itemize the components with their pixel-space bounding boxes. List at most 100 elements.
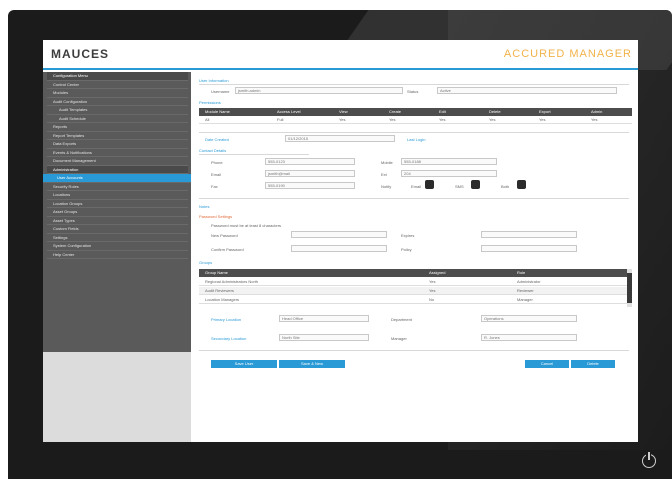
date-created-field[interactable]: 01/12/2015 xyxy=(285,135,395,142)
table-row[interactable]: Location Managers No Manager xyxy=(199,296,627,304)
grid1-cell: All xyxy=(205,117,210,122)
table-row[interactable]: Regional Administrators North Yes Admini… xyxy=(199,278,627,286)
ext-label: Ext xyxy=(381,172,387,177)
expires-field[interactable] xyxy=(481,231,577,238)
monitor-bezel: MAUCES ACCURED MANAGER Configuration Men… xyxy=(8,10,672,479)
manager-field[interactable]: R. Jones xyxy=(481,334,577,341)
table-row[interactable]: Audit Reviewers Yes Reviewer xyxy=(199,287,627,295)
grid1-cell: Yes xyxy=(389,117,396,122)
section-title-user-info: User Information xyxy=(199,78,229,83)
groups-title: Groups xyxy=(199,260,213,265)
sidebar-item-custom-fields[interactable]: Custom Fields xyxy=(47,225,188,234)
sidebar-item-audit-schedule[interactable]: Audit Schedule xyxy=(47,115,188,123)
primary-location-field[interactable]: Head Office xyxy=(279,315,369,322)
status-label: Status xyxy=(407,89,419,94)
save-user-button[interactable]: Save User xyxy=(211,360,277,368)
power-icon[interactable] xyxy=(642,451,656,468)
table-row[interactable]: All Full Yes Yes Yes Yes Yes Yes xyxy=(199,116,632,124)
grid2-cell: Location Managers xyxy=(205,297,240,302)
sidebar-item-events-notifications[interactable]: Events & Notifications xyxy=(47,149,188,157)
primary-location-label: Primary Location xyxy=(211,317,242,322)
delete-button[interactable]: Delete xyxy=(571,360,615,368)
sidebar-item-control-center[interactable]: Control Center xyxy=(47,81,188,89)
grid1-cell: Yes xyxy=(539,117,546,122)
notify-option-email-label: Email xyxy=(411,184,422,189)
grid2-cell: No xyxy=(429,297,435,302)
ext-field[interactable]: 204 xyxy=(401,170,497,177)
divider xyxy=(199,350,629,351)
notify-option-sms[interactable] xyxy=(471,180,480,189)
password-title: Password Settings xyxy=(199,214,233,219)
new-password-field[interactable] xyxy=(291,231,387,238)
main-panel: User Information Username jsmith.admin S… xyxy=(195,74,635,442)
grid1-col-3[interactable]: Create xyxy=(389,108,401,116)
notify-option-email[interactable] xyxy=(425,180,434,189)
fax-label: Fax xyxy=(211,184,218,189)
permissions-title: Permissions xyxy=(199,100,221,105)
sidebar-item-audit-templates[interactable]: Audit Templates xyxy=(47,106,188,115)
fax-field[interactable]: 555-0190 xyxy=(265,182,355,189)
save-new-button[interactable]: Save & New xyxy=(279,360,345,368)
email-field[interactable]: jsmith@mail xyxy=(265,170,355,177)
grid2-cell: Reviewer xyxy=(517,288,534,293)
sidebar-item-configuration-menu[interactable]: Configuration Menu xyxy=(47,72,188,81)
sidebar-item-document-management[interactable]: Document Management xyxy=(47,157,188,166)
scrollbar-thumb[interactable] xyxy=(627,273,632,303)
grid1-col-1[interactable]: Access Level xyxy=(277,108,301,116)
grid1-col-7[interactable]: Admin xyxy=(591,108,602,116)
department-label: Department xyxy=(391,317,412,322)
sidebar-item-settings[interactable]: Settings xyxy=(47,234,188,242)
sidebar: Configuration Menu Control Center Modules A… xyxy=(43,72,191,442)
grid2-cell: Administrator xyxy=(517,279,541,284)
department-field[interactable]: Operations xyxy=(481,315,577,322)
grid1-col-6[interactable]: Export xyxy=(539,108,551,116)
phone-field[interactable]: 555-0123 xyxy=(265,158,355,165)
username-field[interactable]: jsmith.admin xyxy=(235,87,403,94)
policy-field[interactable] xyxy=(481,245,577,252)
grid2-col-1[interactable]: Assigned xyxy=(429,269,445,277)
confirm-password-field[interactable] xyxy=(291,245,387,252)
grid2-cell: Audit Reviewers xyxy=(205,288,234,293)
groups-scrollbar[interactable] xyxy=(627,269,632,307)
grid2-col-2[interactable]: Role xyxy=(517,269,525,277)
grid1-col-4[interactable]: Edit xyxy=(439,108,446,116)
grid1-cell: Full xyxy=(277,117,284,122)
sidebar-item-reports[interactable]: Reports xyxy=(47,123,188,132)
sidebar-item-administration[interactable]: Administration xyxy=(47,165,188,174)
sidebar-item-asset-types[interactable]: Asset Types xyxy=(47,217,188,225)
sidebar-item-system-configuration[interactable]: System Configuration xyxy=(47,242,188,251)
grid2-col-0[interactable]: Group Name xyxy=(205,269,228,277)
status-select[interactable]: Active xyxy=(437,87,617,94)
sidebar-item-location-groups[interactable]: Location Groups xyxy=(47,200,188,208)
notify-option-both[interactable] xyxy=(517,180,526,189)
sidebar-item-asset-groups[interactable]: Asset Groups xyxy=(47,208,188,217)
sidebar-item-locations[interactable]: Locations xyxy=(47,191,188,200)
cancel-button[interactable]: Cancel xyxy=(525,360,569,368)
grid1-cell: Yes xyxy=(489,117,496,122)
grid1-col-5[interactable]: Delete xyxy=(489,108,501,116)
notify-option-both-label: Both xyxy=(501,184,510,189)
manager-label: Manager xyxy=(391,336,407,341)
sidebar-item-modules[interactable]: Modules xyxy=(47,89,188,98)
divider xyxy=(199,154,309,155)
grid2-cell: Yes xyxy=(429,279,436,284)
top-bar: MAUCES ACCURED MANAGER xyxy=(43,40,638,70)
notify-option-sms-label: SMS xyxy=(455,184,464,189)
secondary-location-field[interactable]: North Site xyxy=(279,334,369,341)
sidebar-item-data-exports[interactable]: Data Exports xyxy=(47,140,188,149)
phone-label: Phone xyxy=(211,160,223,165)
notify-label: Notify xyxy=(381,184,392,189)
grid1-col-2[interactable]: View xyxy=(339,108,348,116)
sidebar-item-report-templates[interactable]: Report Templates xyxy=(47,132,188,140)
mobile-field[interactable]: 555-0188 xyxy=(401,158,497,165)
grid1-cell: Yes xyxy=(591,117,598,122)
sidebar-item-help-center[interactable]: Help Center xyxy=(47,251,188,259)
sidebar-item-audit-configuration[interactable]: Audit Configuration xyxy=(47,98,188,106)
sidebar-item-security-roles[interactable]: Security Roles xyxy=(47,183,188,191)
sidebar-footer xyxy=(43,352,191,442)
last-login-label: Last Login xyxy=(407,137,426,142)
grid1-cell: Yes xyxy=(339,117,346,122)
company-logo: MAUCES xyxy=(51,47,110,61)
sidebar-item-user-accounts[interactable]: User Accounts xyxy=(43,174,191,183)
grid1-col-0[interactable]: Module Name xyxy=(205,108,230,116)
